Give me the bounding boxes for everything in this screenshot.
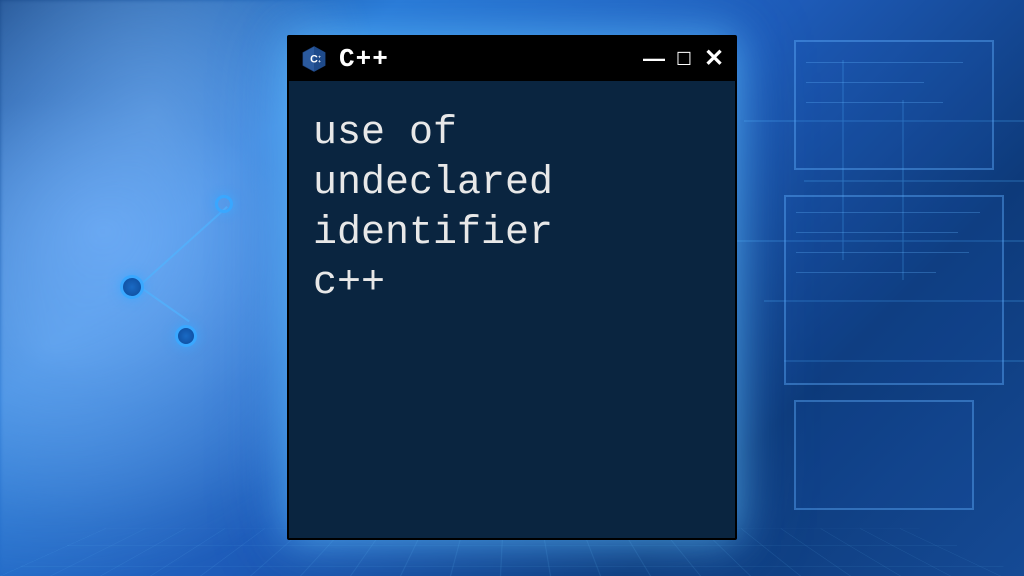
- decorative-panel: [794, 40, 994, 170]
- svg-text:C: C: [310, 53, 318, 65]
- decorative-panel: [794, 400, 974, 510]
- svg-text:+: +: [318, 59, 321, 64]
- decorative-panel: [784, 195, 1004, 385]
- terminal-window: C + + C++ — ☐ ✕ use of undeclared identi…: [287, 35, 737, 540]
- window-controls: — ☐ ✕: [643, 47, 725, 71]
- window-title: C++: [339, 44, 643, 74]
- network-node: [175, 325, 197, 347]
- close-button[interactable]: ✕: [703, 47, 725, 71]
- network-node: [215, 195, 233, 213]
- cpp-icon: C + +: [299, 44, 329, 74]
- maximize-button[interactable]: ☐: [673, 50, 695, 68]
- network-node: [120, 275, 144, 299]
- terminal-content: use of undeclared identifier c++: [289, 81, 735, 337]
- minimize-button[interactable]: —: [643, 48, 665, 70]
- window-titlebar[interactable]: C + + C++ — ☐ ✕: [289, 37, 735, 81]
